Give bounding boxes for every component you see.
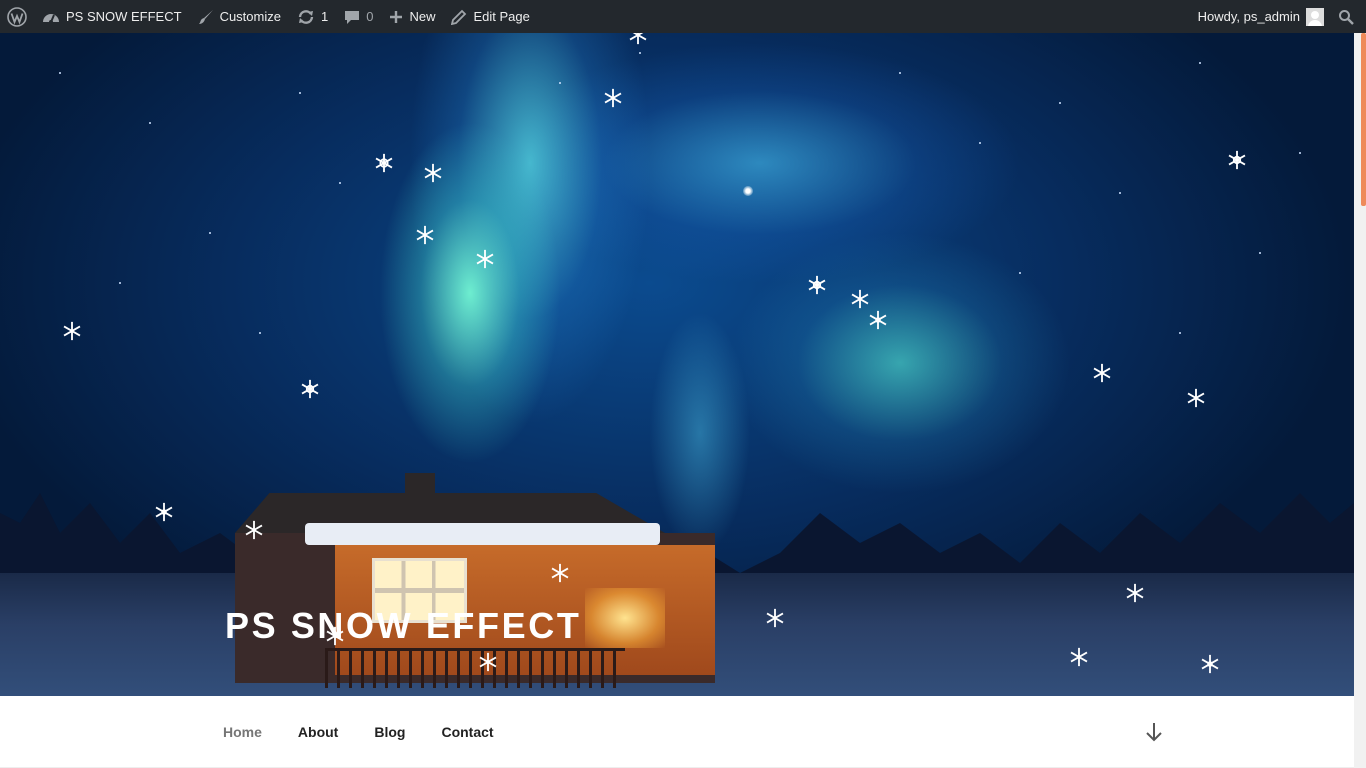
snowflake-icon — [153, 501, 175, 523]
site-name-label: PS SNOW EFFECT — [66, 9, 182, 24]
porch-railing — [325, 648, 625, 688]
scroll-down-arrow-icon[interactable] — [1142, 720, 1166, 744]
nav-item-blog[interactable]: Blog — [356, 724, 423, 740]
snowflake-icon — [414, 224, 436, 246]
pencil-icon — [451, 9, 467, 25]
search-icon — [1338, 9, 1354, 25]
search-toggle[interactable] — [1330, 0, 1366, 33]
new-content-menu[interactable]: New — [381, 0, 443, 33]
site-name-menu[interactable]: PS SNOW EFFECT — [34, 0, 190, 33]
customize-label: Customize — [219, 9, 281, 24]
lantern-glow — [585, 588, 665, 648]
updates-icon — [297, 9, 315, 25]
snowflake-icon — [299, 378, 321, 400]
snowflake-icon — [1124, 582, 1146, 604]
cabin-roof-snow — [305, 523, 660, 545]
nav-item-home[interactable]: Home — [205, 724, 280, 740]
snowflake-icon — [422, 162, 444, 184]
edit-page-label: Edit Page — [473, 9, 530, 24]
snowflake-icon — [764, 607, 786, 629]
snowflake-icon — [1226, 149, 1248, 171]
snowflake-dot — [743, 186, 753, 196]
my-account-menu[interactable]: Howdy, ps_admin — [1190, 0, 1330, 33]
snowflake-icon — [849, 288, 871, 310]
customize-link[interactable]: Customize — [190, 0, 289, 33]
plus-icon — [389, 10, 403, 24]
howdy-label: Howdy, ps_admin — [1197, 9, 1300, 24]
snowflake-icon — [1068, 646, 1090, 668]
nav-menu: Home About Blog Contact — [205, 696, 512, 768]
snowflake-icon — [1185, 387, 1207, 409]
dashboard-icon — [42, 9, 60, 25]
main-navigation: Home About Blog Contact — [0, 696, 1354, 768]
snowflake-icon — [627, 33, 649, 46]
snowflake-icon — [867, 309, 889, 331]
snowflake-icon — [602, 87, 624, 109]
header-image: PS SNOW EFFECT — [0, 33, 1354, 696]
new-label: New — [409, 9, 436, 24]
updates-link[interactable]: 1 — [289, 0, 336, 33]
snowflake-icon — [373, 152, 395, 174]
edit-page-link[interactable]: Edit Page — [443, 0, 537, 33]
snowflake-icon — [243, 519, 265, 541]
snowflake-icon — [1091, 362, 1113, 384]
admin-bar: PS SNOW EFFECT Customize 1 0 New Edit Pa… — [0, 0, 1366, 33]
snowflake-icon — [477, 651, 499, 673]
nav-item-contact[interactable]: Contact — [423, 724, 511, 740]
wp-logo-menu[interactable] — [0, 0, 34, 33]
scrollbar-thumb[interactable] — [1361, 33, 1366, 206]
avatar — [1306, 7, 1324, 26]
snowflake-icon — [474, 248, 496, 270]
snowflake-icon — [806, 274, 828, 296]
paintbrush-icon — [198, 9, 214, 25]
wordpress-icon — [7, 6, 27, 27]
nav-item-about[interactable]: About — [280, 724, 356, 740]
comment-icon — [344, 9, 360, 25]
snowflake-icon — [61, 320, 83, 342]
snowflake-icon — [549, 562, 571, 584]
comments-count: 0 — [366, 9, 374, 24]
comments-link[interactable]: 0 — [336, 0, 381, 33]
site-title[interactable]: PS SNOW EFFECT — [225, 605, 581, 647]
updates-count: 1 — [320, 9, 329, 24]
snowflake-icon — [1199, 653, 1221, 675]
